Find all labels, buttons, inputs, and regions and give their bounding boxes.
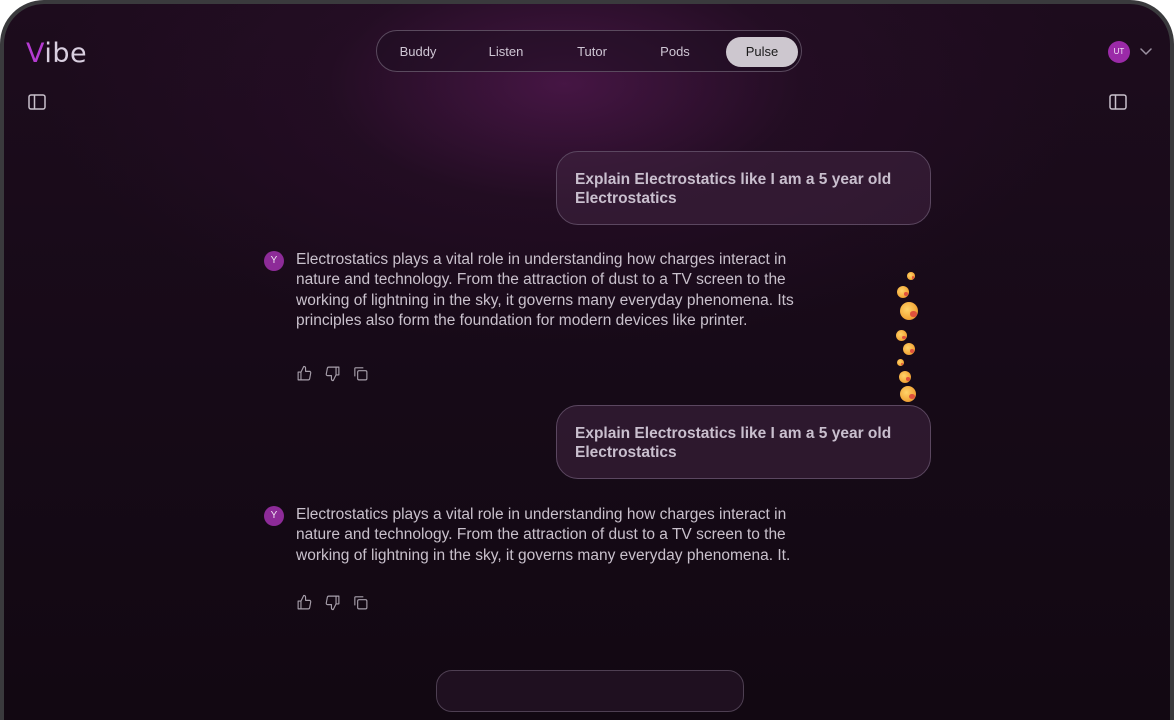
- user-message-bubble: Explain Electrostatics like I am a 5 yea…: [556, 151, 931, 225]
- copy-icon[interactable]: [352, 594, 369, 611]
- chat-input-box[interactable]: [436, 670, 744, 712]
- smiling-face-with-hearts-emoji: [900, 386, 916, 402]
- smiling-face-with-hearts-emoji: [899, 371, 911, 383]
- smiling-face-with-hearts-emoji: [900, 302, 918, 320]
- assistant-avatar: Y: [264, 506, 284, 526]
- smiling-face-with-hearts-emoji: [897, 359, 904, 366]
- smiling-face-with-hearts-emoji: [903, 343, 915, 355]
- tab-tutor[interactable]: Tutor: [559, 37, 625, 67]
- tab-listen[interactable]: Listen: [473, 37, 539, 67]
- tab-buddy[interactable]: Buddy: [385, 37, 451, 67]
- tab-pods[interactable]: Pods: [642, 37, 708, 67]
- smiling-face-with-hearts-emoji: [907, 272, 915, 280]
- logo-v: V: [26, 38, 45, 69]
- mode-tab-bar: Buddy Listen Tutor Pods Pulse: [376, 30, 802, 72]
- thumbs-down-icon[interactable]: [324, 365, 341, 382]
- tab-pulse[interactable]: Pulse: [726, 37, 798, 67]
- logo-text: ibe: [44, 38, 88, 69]
- device-frame: Vibe Buddy Listen Tutor Pods Pulse UT Ex…: [0, 0, 1174, 720]
- right-sidebar-toggle-icon[interactable]: [1109, 94, 1127, 110]
- thumbs-up-icon[interactable]: [296, 594, 313, 611]
- user-avatar[interactable]: UT: [1108, 41, 1130, 63]
- thumbs-up-icon[interactable]: [296, 365, 313, 382]
- assistant-message: Electrostatics plays a vital role in und…: [296, 506, 791, 564]
- copy-icon[interactable]: [352, 365, 369, 382]
- thumbs-down-icon[interactable]: [324, 594, 341, 611]
- assistant-avatar: Y: [264, 251, 284, 271]
- user-message-bubble: Explain Electrostatics like I am a 5 yea…: [556, 405, 931, 479]
- left-sidebar-toggle-icon[interactable]: [28, 94, 46, 110]
- app-screen: Vibe Buddy Listen Tutor Pods Pulse UT Ex…: [4, 4, 1170, 720]
- assistant-message: Electrostatics plays a vital role in und…: [296, 251, 794, 330]
- chevron-down-icon[interactable]: [1140, 46, 1152, 56]
- smiling-face-with-hearts-emoji: [897, 286, 909, 298]
- app-logo[interactable]: Vibe: [26, 38, 87, 69]
- smiling-face-with-hearts-emoji: [896, 330, 907, 341]
